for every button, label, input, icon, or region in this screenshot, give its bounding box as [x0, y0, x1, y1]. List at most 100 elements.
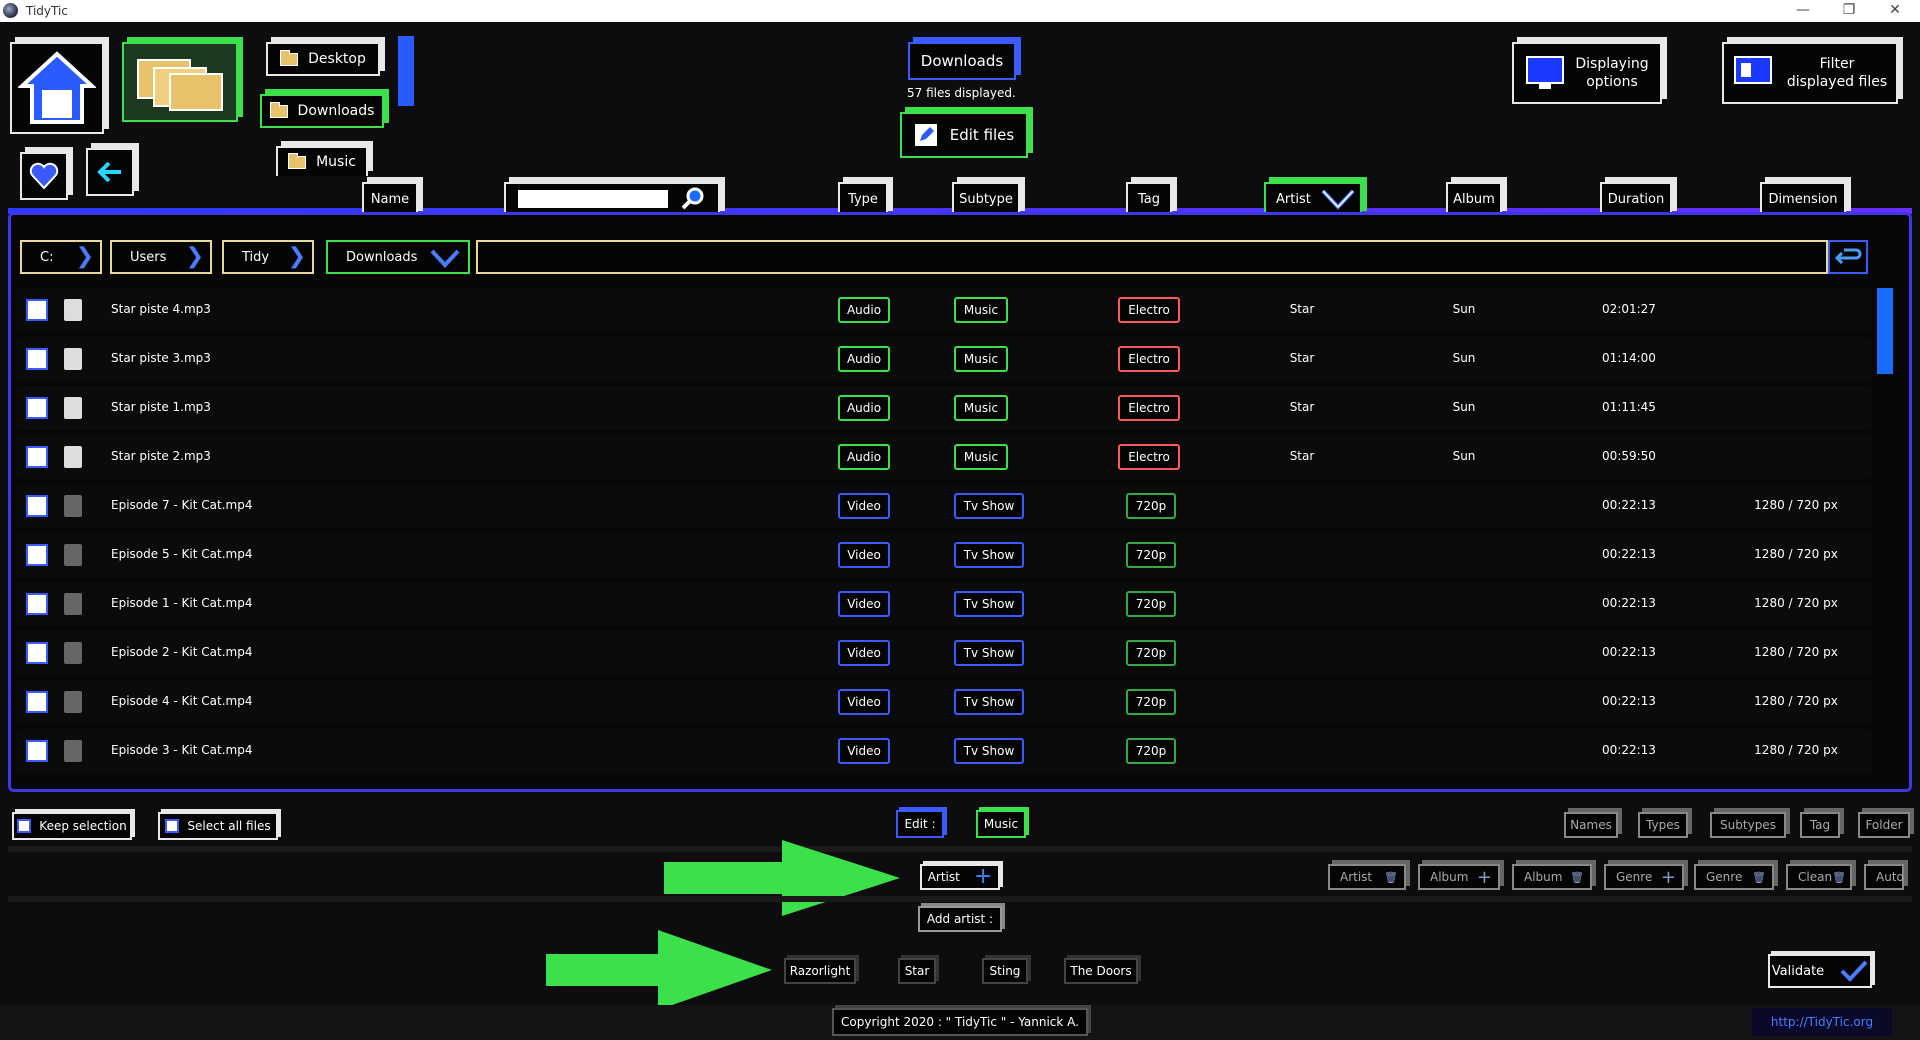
- tag-genre-button[interactable]: Genre +: [1604, 864, 1684, 890]
- restore-button[interactable]: ❐: [1826, 0, 1872, 22]
- type-badge[interactable]: Video: [838, 738, 890, 764]
- row-checkbox[interactable]: [26, 495, 48, 517]
- row-checkbox[interactable]: [26, 299, 48, 321]
- nav-scroll-indicator[interactable]: [398, 36, 414, 106]
- column-album[interactable]: Album: [1446, 182, 1502, 216]
- explorer-button[interactable]: [122, 42, 238, 122]
- tag-badge[interactable]: Electro: [1118, 444, 1180, 470]
- type-badge[interactable]: Audio: [838, 444, 890, 470]
- table-row[interactable]: Episode 2 - Kit Cat.mp4 Video Tv Show 720p 0…: [16, 631, 1872, 675]
- tag-badge[interactable]: 720p: [1126, 640, 1176, 666]
- keep-selection-button[interactable]: Keep selection: [12, 812, 132, 840]
- column-dimension[interactable]: Dimension: [1760, 182, 1846, 216]
- breadcrumb-downloads[interactable]: Downloads: [326, 240, 470, 274]
- column-type[interactable]: Type: [838, 182, 888, 216]
- column-subtype[interactable]: Subtype: [952, 182, 1020, 216]
- tag-album-button[interactable]: Album +: [1418, 864, 1500, 890]
- table-row[interactable]: Episode 4 - Kit Cat.mp4 Video Tv Show 720p 0…: [16, 680, 1872, 724]
- type-badge[interactable]: Video: [838, 542, 890, 568]
- artist-add-button[interactable]: Artist +: [920, 864, 1000, 890]
- filter-subtypes-button[interactable]: Subtypes: [1710, 812, 1786, 838]
- breadcrumb-drive[interactable]: C: ❯: [20, 240, 102, 274]
- table-row[interactable]: Episode 3 - Kit Cat.mp4 Video Tv Show 720p 0…: [16, 729, 1872, 773]
- table-row[interactable]: Star piste 1.mp3 Audio Music Electro Star Sun…: [16, 386, 1872, 430]
- column-artist[interactable]: Artist: [1264, 182, 1362, 216]
- type-badge[interactable]: Video: [838, 640, 890, 666]
- edit-value-button[interactable]: Music: [976, 810, 1026, 838]
- column-name[interactable]: Name: [362, 182, 418, 216]
- website-link[interactable]: http://TidyTic.org: [1752, 1008, 1892, 1036]
- column-duration[interactable]: Duration: [1600, 182, 1672, 216]
- row-checkbox[interactable]: [26, 642, 48, 664]
- artist-option[interactable]: The Doors: [1064, 958, 1138, 984]
- filter-tag-button[interactable]: Tag: [1800, 812, 1840, 838]
- tag-badge[interactable]: Electro: [1118, 395, 1180, 421]
- filter-folder-button[interactable]: Folder: [1858, 812, 1910, 838]
- artist-option[interactable]: Sting: [982, 958, 1028, 984]
- type-badge[interactable]: Audio: [838, 395, 890, 421]
- type-badge[interactable]: Audio: [838, 297, 890, 323]
- tag-badge[interactable]: 720p: [1126, 591, 1176, 617]
- subtype-badge[interactable]: Tv Show: [954, 493, 1024, 519]
- nav-downloads-button[interactable]: Downloads: [260, 94, 384, 128]
- subtype-badge[interactable]: Music: [954, 297, 1008, 323]
- row-checkbox[interactable]: [26, 397, 48, 419]
- breadcrumb-users[interactable]: Users ❯: [110, 240, 212, 274]
- tag-badge[interactable]: 720p: [1126, 542, 1176, 568]
- type-badge[interactable]: Video: [838, 689, 890, 715]
- tag-badge[interactable]: 720p: [1126, 689, 1176, 715]
- filter-names-button[interactable]: Names: [1564, 812, 1618, 838]
- table-row[interactable]: Star piste 3.mp3 Audio Music Electro Star Sun…: [16, 337, 1872, 381]
- subtype-badge[interactable]: Music: [954, 395, 1008, 421]
- type-badge[interactable]: Audio: [838, 346, 890, 372]
- subtype-badge[interactable]: Tv Show: [954, 591, 1024, 617]
- filter-files-button[interactable]: Filter displayed files: [1722, 42, 1898, 104]
- tag-badge[interactable]: 720p: [1126, 493, 1176, 519]
- edit-files-button[interactable]: Edit files: [900, 112, 1028, 158]
- subtype-badge[interactable]: Tv Show: [954, 738, 1024, 764]
- tag-album-button[interactable]: Album 🗑: [1512, 864, 1592, 890]
- subtype-badge[interactable]: Tv Show: [954, 542, 1024, 568]
- search-icon[interactable]: [680, 186, 706, 212]
- artist-option[interactable]: Star: [898, 958, 936, 984]
- subtype-badge[interactable]: Music: [954, 444, 1008, 470]
- search-input[interactable]: [518, 190, 668, 208]
- tag-artist-button[interactable]: Artist 🗑: [1328, 864, 1406, 890]
- subtype-badge[interactable]: Tv Show: [954, 640, 1024, 666]
- back-button[interactable]: [86, 148, 134, 196]
- table-row[interactable]: Episode 7 - Kit Cat.mp4 Video Tv Show 720p 0…: [16, 484, 1872, 528]
- subtype-badge[interactable]: Tv Show: [954, 689, 1024, 715]
- subtype-badge[interactable]: Music: [954, 346, 1008, 372]
- row-checkbox[interactable]: [26, 691, 48, 713]
- artist-option[interactable]: Razorlight: [784, 958, 856, 984]
- tag-clean-button[interactable]: Clean 🗑: [1786, 864, 1852, 890]
- row-checkbox[interactable]: [26, 348, 48, 370]
- row-checkbox[interactable]: [26, 593, 48, 615]
- refresh-button[interactable]: [1828, 240, 1868, 274]
- tag-badge[interactable]: 720p: [1126, 738, 1176, 764]
- tag-auto-button[interactable]: Auto: [1864, 864, 1904, 890]
- type-badge[interactable]: Video: [838, 493, 890, 519]
- row-checkbox[interactable]: [26, 740, 48, 762]
- table-row[interactable]: Star piste 4.mp3 Audio Music Electro Star Sun…: [16, 288, 1872, 332]
- table-row[interactable]: Episode 1 - Kit Cat.mp4 Video Tv Show 720p 0…: [16, 582, 1872, 626]
- table-row[interactable]: Episode 5 - Kit Cat.mp4 Video Tv Show 720p 0…: [16, 533, 1872, 577]
- row-checkbox[interactable]: [26, 544, 48, 566]
- table-row[interactable]: Star piste 2.mp3 Audio Music Electro Star Sun…: [16, 435, 1872, 479]
- minimize-button[interactable]: —: [1780, 0, 1826, 22]
- breadcrumb-tidy[interactable]: Tidy ❯: [222, 240, 314, 274]
- row-checkbox[interactable]: [26, 446, 48, 468]
- type-badge[interactable]: Video: [838, 591, 890, 617]
- list-scrollbar[interactable]: [1877, 288, 1893, 374]
- tag-badge[interactable]: Electro: [1118, 346, 1180, 372]
- nav-music-button[interactable]: Music: [276, 146, 368, 176]
- filter-types-button[interactable]: Types: [1638, 812, 1688, 838]
- validate-button[interactable]: Validate: [1768, 954, 1872, 988]
- favorites-button[interactable]: [20, 152, 68, 200]
- home-button[interactable]: [10, 42, 104, 134]
- tag-genre-button[interactable]: Genre 🗑: [1694, 864, 1774, 890]
- select-all-button[interactable]: Select all files: [158, 812, 278, 840]
- nav-desktop-button[interactable]: Desktop: [266, 42, 380, 76]
- displaying-options-button[interactable]: Displaying options: [1512, 42, 1662, 104]
- tag-badge[interactable]: Electro: [1118, 297, 1180, 323]
